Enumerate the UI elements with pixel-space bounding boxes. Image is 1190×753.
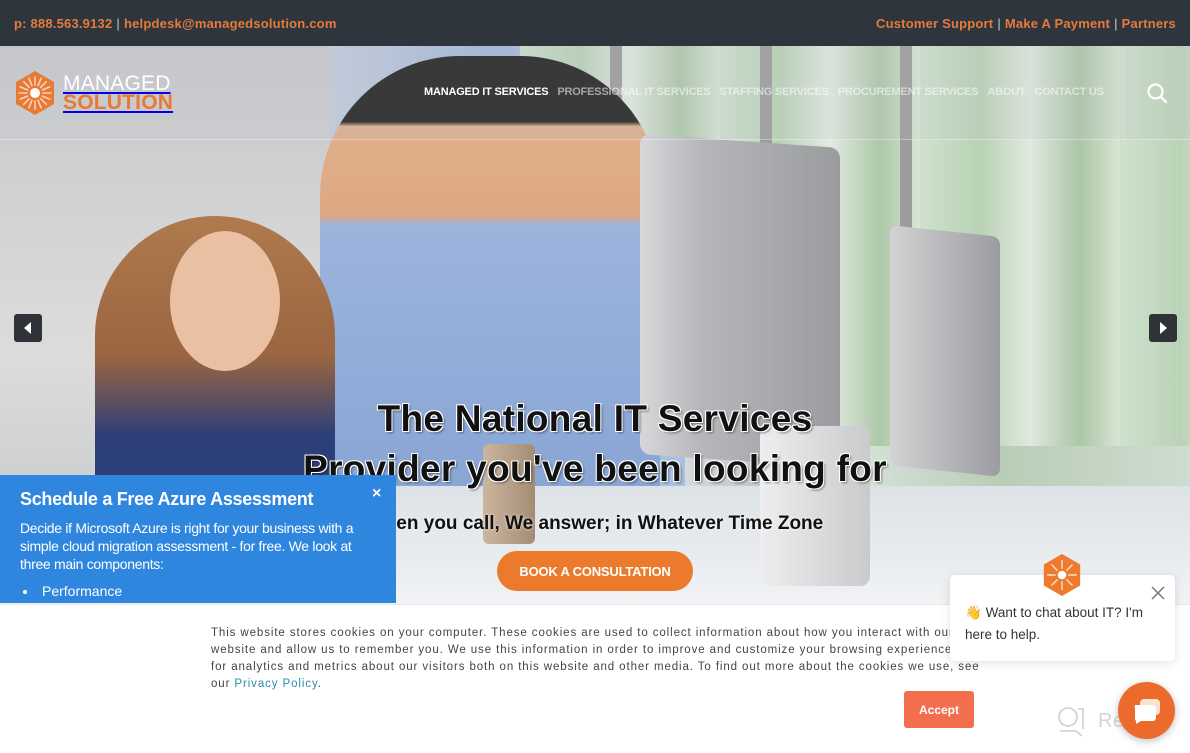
- main-nav: MANAGED IT SERVICES PROFESSIONAL IT SERV…: [424, 86, 1113, 98]
- email-link[interactable]: helpdesk@managedsolution.com: [124, 16, 337, 31]
- cookie-message: This website stores cookies on your comp…: [211, 627, 980, 690]
- wave-icon: 👋: [965, 605, 982, 620]
- search-icon: [1147, 83, 1168, 104]
- customer-support-link[interactable]: Customer Support: [876, 16, 993, 31]
- utility-links: Customer Support | Make A Payment | Part…: [876, 16, 1176, 31]
- popup-component-list: Performance: [20, 583, 376, 599]
- privacy-policy-link[interactable]: Privacy Policy: [234, 678, 317, 690]
- nav-procurement-services[interactable]: PROCUREMENT SERVICES: [838, 86, 979, 98]
- site-header: MANAGED SOLUTION MANAGED IT SERVICES PRO…: [0, 46, 1190, 140]
- chat-message: 👋 Want to chat about IT? I'm here to hel…: [965, 602, 1145, 646]
- separator: |: [116, 15, 120, 31]
- nav-about[interactable]: ABOUT: [987, 86, 1025, 98]
- chat-avatar-icon: [1043, 553, 1081, 597]
- cookie-text: This website stores cookies on your comp…: [211, 625, 991, 693]
- slider-next-button[interactable]: [1149, 314, 1177, 342]
- logo-line-2: SOLUTION: [63, 91, 174, 114]
- logo-wordmark: MANAGED SOLUTION: [63, 73, 174, 114]
- nav-managed-it-services[interactable]: MANAGED IT SERVICES: [424, 86, 549, 98]
- popup-body: Decide if Microsoft Azure is right for y…: [20, 520, 354, 572]
- slider-prev-button[interactable]: [14, 314, 42, 342]
- chat-close-button[interactable]: [1150, 585, 1166, 601]
- logo-sunburst-icon: [16, 71, 54, 115]
- popup-title: Schedule a Free Azure Assessment: [20, 489, 314, 509]
- partners-link[interactable]: Partners: [1122, 16, 1176, 31]
- search-button[interactable]: [1146, 82, 1168, 104]
- phone-link[interactable]: p: 888.563.9132: [14, 16, 112, 31]
- nav-divider: [1123, 46, 1124, 140]
- azure-assessment-popup: Schedule a Free Azure Assessment Decide …: [0, 475, 396, 603]
- revain-logo-icon: [1058, 707, 1084, 737]
- logo[interactable]: MANAGED SOLUTION: [12, 70, 173, 116]
- list-item: Performance: [38, 583, 376, 599]
- nav-professional-it-services[interactable]: PROFESSIONAL IT SERVICES: [557, 86, 710, 98]
- separator: |: [1114, 15, 1118, 31]
- separator: |: [997, 15, 1001, 31]
- hero-title-line-1: The National IT Services: [377, 398, 813, 439]
- caret-left-icon: [24, 322, 31, 334]
- book-consultation-button[interactable]: BOOK A CONSULTATION: [497, 551, 693, 591]
- accept-cookies-button[interactable]: Accept: [904, 691, 974, 728]
- contact-info: p: 888.563.9132 | helpdesk@managedsoluti…: [14, 16, 337, 31]
- chat-launcher-button[interactable]: [1118, 682, 1175, 739]
- make-payment-link[interactable]: Make A Payment: [1005, 16, 1110, 31]
- hero-photo-face: [170, 231, 280, 371]
- top-bar: p: 888.563.9132 | helpdesk@managedsoluti…: [0, 0, 1190, 46]
- chat-message-text: Want to chat about IT? I'm here to help.: [965, 605, 1143, 642]
- close-icon: [1151, 586, 1165, 600]
- cookie-trailing: .: [317, 678, 322, 690]
- chat-bubble-icon: [1134, 698, 1160, 724]
- nav-contact-us[interactable]: CONTACT US: [1035, 86, 1104, 98]
- popup-close-button[interactable]: ×: [372, 485, 381, 503]
- nav-staffing-services[interactable]: STAFFING SERVICES: [719, 86, 828, 98]
- caret-right-icon: [1160, 322, 1167, 334]
